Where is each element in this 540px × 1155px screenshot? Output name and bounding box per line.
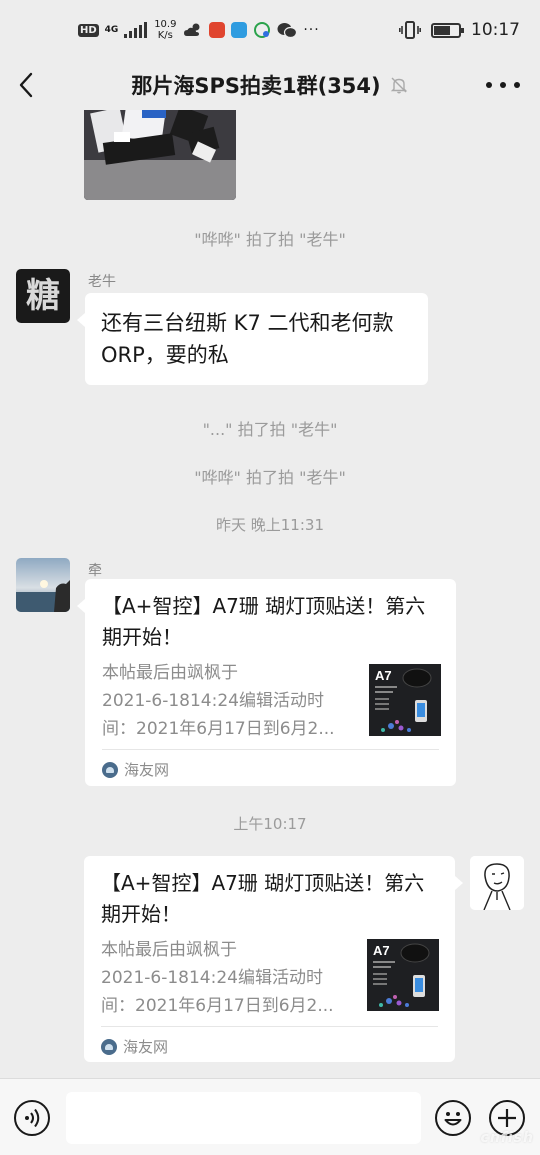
signal-icon xyxy=(124,22,148,38)
card-divider xyxy=(102,749,439,750)
card-divider xyxy=(101,1026,438,1027)
chat-title-container: 那片海SPS拍卖1群(354) xyxy=(0,70,540,100)
card-description-line: 2021-6-1814:24编辑活动时 xyxy=(102,691,324,711)
system-message-pat: "哗哗" 拍了拍 "老牛" xyxy=(194,468,346,487)
network-speed: 10.9 K/s xyxy=(153,19,177,41)
card-description: 本帖最后由飒枫于 2021-6-1814:24编辑活动时 间：2021年6月17… xyxy=(102,659,350,743)
avatar-qian-image xyxy=(16,558,70,612)
battery-level xyxy=(434,25,451,35)
card-description-line: 间：2021年6月17日到6月2... xyxy=(102,719,335,739)
app-notification-icon-red xyxy=(209,22,226,38)
system-message-pat: "..." 拍了拍 "老牛" xyxy=(202,420,338,439)
card-thumbnail: A7 xyxy=(367,939,439,1011)
chat-messages[interactable]: "哗哗" 拍了拍 "老牛" 糖 老牛 还有三台纽斯 K7 二代和老何款ORP，要… xyxy=(0,110,540,1078)
card-source-name: 海友网 xyxy=(124,761,170,779)
card-source-name: 海友网 xyxy=(123,1038,169,1056)
card-source: 海友网 xyxy=(102,759,169,780)
wechat-icon xyxy=(277,22,298,38)
emoji-button[interactable] xyxy=(435,1100,471,1136)
status-time: 10:17 xyxy=(471,20,520,40)
status-right-icons: 10:17 xyxy=(399,18,520,42)
card-description-line: 2021-6-1814:24编辑活动时 xyxy=(101,968,323,988)
card-description-line: 本帖最后由飒枫于 xyxy=(101,940,237,960)
app-notification-icon-blue xyxy=(231,22,248,38)
voice-icon xyxy=(25,1108,40,1128)
dot xyxy=(500,82,506,88)
link-card-message[interactable]: 【A+智控】A7珊 瑚灯顶贴送！第六期开始！ 本帖最后由飒枫于 2021-6-1… xyxy=(77,579,456,786)
avatar-laoniu[interactable]: 糖 xyxy=(16,269,70,323)
emoji-icon xyxy=(444,1112,462,1126)
chat-header: 那片海SPS拍卖1群(354) xyxy=(0,60,540,110)
status-bar: HD 4G 10.9 K/s ··· 10:17 xyxy=(0,0,540,60)
text-message[interactable]: 还有三台纽斯 K7 二代和老何款ORP，要的私 xyxy=(77,293,428,385)
source-logo-icon xyxy=(101,1038,117,1055)
sync-icon xyxy=(254,22,271,38)
network-type: 4G xyxy=(104,24,119,35)
network-speed-value: 10.9 xyxy=(154,19,177,30)
voice-input-button[interactable] xyxy=(14,1100,50,1136)
image-message[interactable] xyxy=(84,110,236,200)
avatar-qian[interactable] xyxy=(16,558,70,612)
avatar-laoniu-glyph: 糖 xyxy=(26,276,60,316)
vibrate-icon xyxy=(399,21,421,39)
avatar-self-sketch xyxy=(470,856,524,910)
source-logo-icon xyxy=(102,761,118,778)
card-thumbnail-image: A7 xyxy=(369,664,441,736)
battery-icon xyxy=(431,22,464,38)
card-description-line: 间：2021年6月17日到6月2... xyxy=(101,996,334,1016)
timestamp: 昨天 晚上11:31 xyxy=(216,516,324,534)
watermark-logo: cnfish xyxy=(480,1130,534,1146)
card-description: 本帖最后由飒枫于 2021-6-1814:24编辑活动时 间：2021年6月17… xyxy=(101,936,349,1020)
dot xyxy=(486,82,492,88)
more-notifications-icon: ··· xyxy=(303,22,320,38)
network-speed-unit: K/s xyxy=(157,30,173,41)
timestamp: 上午10:17 xyxy=(233,815,307,833)
chat-title: 那片海SPS拍卖1群(354) xyxy=(131,74,381,98)
card-thumbnail: A7 xyxy=(369,664,441,736)
card-thumbnail-image: A7 xyxy=(367,939,439,1011)
message-input[interactable] xyxy=(66,1092,421,1144)
input-bar xyxy=(0,1078,540,1155)
card-thumbnail-label: A7 xyxy=(375,668,392,683)
status-left-icons: HD 4G 10.9 K/s ··· xyxy=(78,16,320,44)
weather-icon xyxy=(184,23,200,36)
avatar-self[interactable] xyxy=(470,856,524,910)
card-thumbnail-label: A7 xyxy=(373,943,390,958)
hd-badge: HD xyxy=(78,23,99,37)
mute-bell-icon xyxy=(390,77,407,94)
sender-name: 牵 xyxy=(88,563,102,579)
sender-name: 老牛 xyxy=(88,274,116,290)
dot xyxy=(514,82,520,88)
card-title: 【A+智控】A7珊 瑚灯顶贴送！第六期开始！ xyxy=(102,594,426,649)
system-message-pat: "哗哗" 拍了拍 "老牛" xyxy=(194,230,346,249)
more-options-button[interactable] xyxy=(486,70,520,100)
image-thumbnail xyxy=(84,110,236,200)
card-title: 【A+智控】A7珊 瑚灯顶贴送！第六期开始！ xyxy=(101,871,425,926)
link-card-message-self[interactable]: 【A+智控】A7珊 瑚灯顶贴送！第六期开始！ 本帖最后由飒枫于 2021-6-1… xyxy=(84,856,463,1062)
card-description-line: 本帖最后由飒枫于 xyxy=(102,663,238,683)
card-source: 海友网 xyxy=(101,1036,168,1057)
message-text: 还有三台纽斯 K7 二代和老何款ORP，要的私 xyxy=(101,311,394,367)
